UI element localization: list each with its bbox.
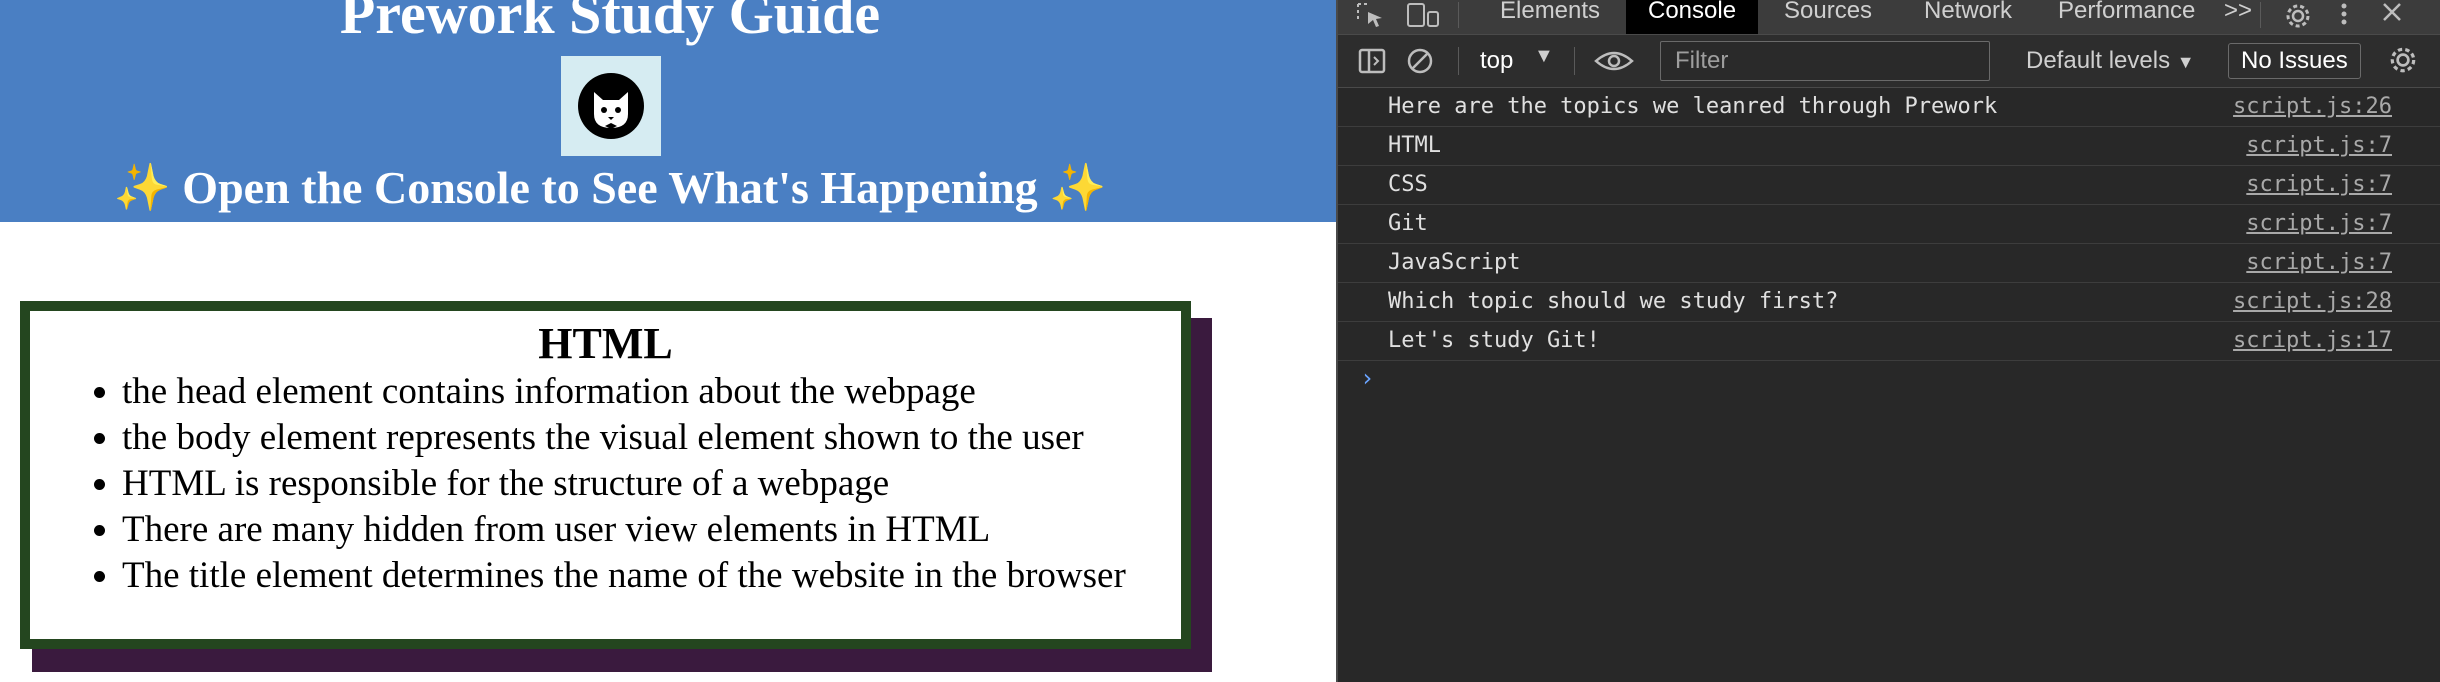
list-item: HTML is responsible for the structure of… bbox=[122, 461, 1161, 507]
divider bbox=[1574, 47, 1575, 75]
devtools-panel: Elements Console Sources Network Perform… bbox=[1336, 0, 2440, 682]
hero-banner: Prework Study Guide ✨ Open the Console t… bbox=[0, 0, 1336, 222]
device-toolbar-icon[interactable] bbox=[1406, 2, 1440, 28]
filter-input[interactable] bbox=[1660, 41, 1990, 81]
list-item: the head element contains information ab… bbox=[122, 369, 1161, 415]
tab-sources[interactable]: Sources bbox=[1784, 0, 1872, 34]
settings-icon[interactable] bbox=[2284, 2, 2312, 28]
issues-button[interactable]: No Issues bbox=[2228, 43, 2361, 79]
divider bbox=[2260, 2, 2261, 28]
subtitle-text: Open the Console to See What's Happening bbox=[182, 162, 1038, 213]
console-message-text: Git bbox=[1388, 211, 1428, 236]
console-message-text: JavaScript bbox=[1388, 250, 1521, 275]
context-selector[interactable]: top bbox=[1480, 47, 1513, 75]
source-link[interactable]: script.js:7 bbox=[2246, 166, 2392, 204]
console-prompt[interactable]: › bbox=[1360, 364, 1374, 392]
source-link[interactable]: script.js:7 bbox=[2246, 244, 2392, 282]
source-link[interactable]: script.js:26 bbox=[2233, 88, 2392, 126]
console-log: Here are the topics we leanred through P… bbox=[1338, 88, 2440, 361]
sparkle-icon: ✨ bbox=[113, 162, 171, 213]
inspect-element-icon[interactable] bbox=[1356, 2, 1386, 28]
tab-network[interactable]: Network bbox=[1924, 0, 2012, 34]
page-title: Prework Study Guide bbox=[339, 0, 881, 46]
console-message-text: HTML bbox=[1388, 133, 1441, 158]
source-link[interactable]: script.js:17 bbox=[2233, 322, 2392, 360]
more-options-icon[interactable] bbox=[2338, 2, 2350, 28]
source-link[interactable]: script.js:28 bbox=[2233, 283, 2392, 321]
topic-card: HTML the head element contains informati… bbox=[20, 301, 1191, 649]
avatar bbox=[561, 56, 661, 156]
log-levels-dropdown[interactable]: Default levels ▼ bbox=[2026, 47, 2195, 76]
console-message: JavaScript script.js:7 bbox=[1338, 244, 2440, 283]
chevron-down-icon: ▼ bbox=[2176, 52, 2195, 72]
console-settings-icon[interactable] bbox=[2388, 45, 2416, 73]
console-toolbar: top ▼ Default levels ▼ No Issues bbox=[1338, 35, 2440, 88]
console-message-text: CSS bbox=[1388, 172, 1428, 197]
devtools-tabbar: Elements Console Sources Network Perform… bbox=[1338, 0, 2440, 35]
source-link[interactable]: script.js:7 bbox=[2246, 205, 2392, 243]
console-message: Here are the topics we leanred through P… bbox=[1338, 88, 2440, 127]
list-item: the body element represents the visual e… bbox=[122, 415, 1161, 461]
tab-elements[interactable]: Elements bbox=[1500, 0, 1600, 34]
topic-list: the head element contains information ab… bbox=[30, 369, 1181, 599]
card-heading: HTML bbox=[538, 319, 673, 368]
more-tabs-button[interactable]: >> bbox=[2224, 0, 2252, 34]
divider bbox=[1458, 47, 1459, 75]
chevron-down-icon[interactable]: ▼ bbox=[1534, 45, 1554, 68]
console-message: Which topic should we study first? scrip… bbox=[1338, 283, 2440, 322]
console-message: HTML script.js:7 bbox=[1338, 127, 2440, 166]
console-message-text: Which topic should we study first? bbox=[1388, 289, 1839, 314]
console-message: CSS script.js:7 bbox=[1338, 166, 2440, 205]
source-link[interactable]: script.js:7 bbox=[2246, 127, 2392, 165]
console-message-text: Here are the topics we leanred through P… bbox=[1388, 94, 1998, 119]
tab-console[interactable]: Console bbox=[1626, 0, 1759, 34]
page-subtitle: ✨ Open the Console to See What's Happeni… bbox=[0, 156, 1220, 220]
list-item: The title element determines the name of… bbox=[122, 553, 1161, 599]
list-item: There are many hidden from user view ele… bbox=[122, 507, 1161, 553]
divider bbox=[1458, 2, 1459, 28]
clear-console-icon[interactable] bbox=[1406, 47, 1434, 75]
console-message: Let's study Git! script.js:17 bbox=[1338, 322, 2440, 361]
cat-logo-icon bbox=[578, 73, 644, 139]
sidebar-toggle-icon[interactable] bbox=[1358, 47, 1386, 75]
sparkle-icon: ✨ bbox=[1049, 162, 1107, 213]
webpage: Prework Study Guide ✨ Open the Console t… bbox=[0, 0, 1336, 682]
console-message-text: Let's study Git! bbox=[1388, 328, 1600, 353]
live-expression-eye-icon[interactable] bbox=[1594, 47, 1634, 75]
console-message: Git script.js:7 bbox=[1338, 205, 2440, 244]
close-icon[interactable] bbox=[2380, 2, 2404, 28]
tab-performance[interactable]: Performance bbox=[2058, 0, 2195, 34]
log-levels-label: Default levels bbox=[2026, 47, 2171, 74]
